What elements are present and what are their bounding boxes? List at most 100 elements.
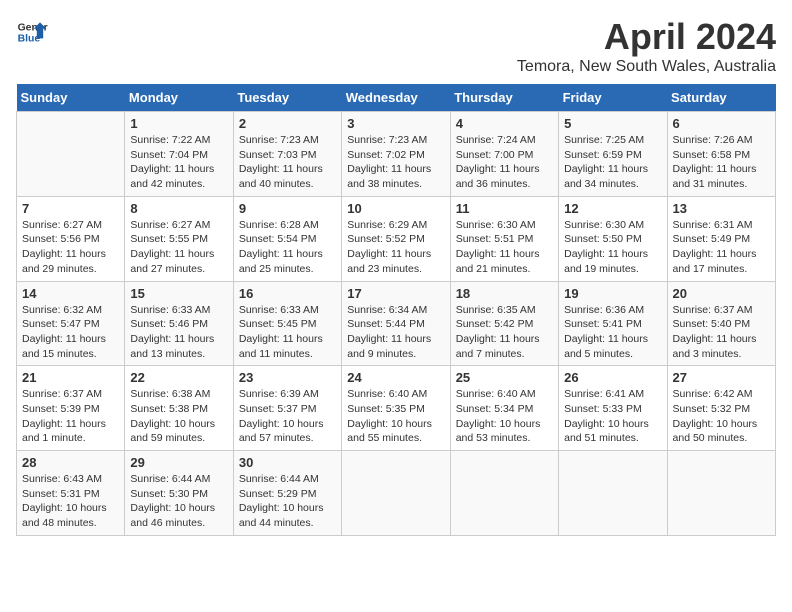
weekday-header-monday: Monday [125, 84, 233, 112]
day-number: 27 [673, 370, 770, 385]
weekday-header-tuesday: Tuesday [233, 84, 341, 112]
day-number: 18 [456, 286, 553, 301]
day-number: 1 [130, 116, 227, 131]
calendar-cell: 15 Sunrise: 6:33 AMSunset: 5:46 PMDayligh… [125, 281, 233, 366]
calendar-cell: 26 Sunrise: 6:41 AMSunset: 5:33 PMDayligh… [559, 366, 667, 451]
day-number: 8 [130, 201, 227, 216]
day-info: Sunrise: 6:40 AMSunset: 5:35 PMDaylight:… [347, 387, 444, 446]
calendar-cell: 10 Sunrise: 6:29 AMSunset: 5:52 PMDayligh… [342, 196, 450, 281]
day-number: 21 [22, 370, 119, 385]
subtitle: Temora, New South Wales, Australia [517, 58, 776, 76]
calendar-cell: 24 Sunrise: 6:40 AMSunset: 5:35 PMDayligh… [342, 366, 450, 451]
day-info: Sunrise: 6:39 AMSunset: 5:37 PMDaylight:… [239, 387, 336, 446]
day-number: 11 [456, 201, 553, 216]
calendar-cell: 14Sunrise: 6:32 AMSunset: 5:47 PMDayligh… [17, 281, 125, 366]
calendar-cell: 9 Sunrise: 6:28 AMSunset: 5:54 PMDaylight… [233, 196, 341, 281]
calendar-cell [667, 451, 775, 536]
day-info: Sunrise: 6:44 AMSunset: 5:30 PMDaylight:… [130, 472, 227, 531]
weekday-header-thursday: Thursday [450, 84, 558, 112]
calendar-cell: 5Sunrise: 7:25 AMSunset: 6:59 PMDaylight… [559, 112, 667, 197]
weekday-header-friday: Friday [559, 84, 667, 112]
calendar-cell: 1Sunrise: 7:22 AMSunset: 7:04 PMDaylight… [125, 112, 233, 197]
calendar-cell: 16 Sunrise: 6:33 AMSunset: 5:45 PMDayligh… [233, 281, 341, 366]
calendar-cell: 4 Sunrise: 7:24 AMSunset: 7:00 PMDaylight… [450, 112, 558, 197]
day-number: 17 [347, 286, 444, 301]
day-number: 25 [456, 370, 553, 385]
day-number: 3 [347, 116, 444, 131]
week-row-3: 14Sunrise: 6:32 AMSunset: 5:47 PMDayligh… [17, 281, 776, 366]
day-number: 13 [673, 201, 770, 216]
calendar-cell: 27 Sunrise: 6:42 AMSunset: 5:32 PMDayligh… [667, 366, 775, 451]
calendar-cell: 22Sunrise: 6:38 AMSunset: 5:38 PMDayligh… [125, 366, 233, 451]
calendar-cell: 19 Sunrise: 6:36 AMSunset: 5:41 PMDayligh… [559, 281, 667, 366]
week-row-1: 1Sunrise: 7:22 AMSunset: 7:04 PMDaylight… [17, 112, 776, 197]
day-info: Sunrise: 6:42 AMSunset: 5:32 PMDaylight:… [673, 387, 770, 446]
calendar-cell: 29 Sunrise: 6:44 AMSunset: 5:30 PMDayligh… [125, 451, 233, 536]
day-number: 15 [130, 286, 227, 301]
week-row-2: 7 Sunrise: 6:27 AMSunset: 5:56 PMDaylight… [17, 196, 776, 281]
calendar-cell: 30 Sunrise: 6:44 AMSunset: 5:29 PMDayligh… [233, 451, 341, 536]
calendar-cell: 8 Sunrise: 6:27 AMSunset: 5:55 PMDaylight… [125, 196, 233, 281]
day-info: Sunrise: 7:24 AMSunset: 7:00 PMDaylight:… [456, 133, 553, 192]
day-info: Sunrise: 6:43 AMSunset: 5:31 PMDaylight:… [22, 472, 119, 531]
day-number: 9 [239, 201, 336, 216]
calendar-cell: 13Sunrise: 6:31 AMSunset: 5:49 PMDayligh… [667, 196, 775, 281]
calendar-cell: 7 Sunrise: 6:27 AMSunset: 5:56 PMDaylight… [17, 196, 125, 281]
calendar-cell: 3 Sunrise: 7:23 AMSunset: 7:02 PMDaylight… [342, 112, 450, 197]
day-info: Sunrise: 6:37 AMSunset: 5:40 PMDaylight:… [673, 303, 770, 362]
day-info: Sunrise: 6:36 AMSunset: 5:41 PMDaylight:… [564, 303, 661, 362]
calendar-cell: 23 Sunrise: 6:39 AMSunset: 5:37 PMDayligh… [233, 366, 341, 451]
day-number: 29 [130, 455, 227, 470]
day-number: 19 [564, 286, 661, 301]
calendar-table: SundayMondayTuesdayWednesdayThursdayFrid… [16, 84, 776, 536]
calendar-cell [342, 451, 450, 536]
weekday-header-saturday: Saturday [667, 84, 775, 112]
day-number: 5 [564, 116, 661, 131]
day-info: Sunrise: 7:26 AMSunset: 6:58 PMDaylight:… [673, 133, 770, 192]
day-info: Sunrise: 6:33 AMSunset: 5:45 PMDaylight:… [239, 303, 336, 362]
day-info: Sunrise: 6:30 AMSunset: 5:51 PMDaylight:… [456, 218, 553, 277]
calendar-cell [17, 112, 125, 197]
calendar-cell: 28Sunrise: 6:43 AMSunset: 5:31 PMDayligh… [17, 451, 125, 536]
header: General Blue April 2024 Temora, New Sout… [16, 16, 776, 76]
weekday-header-wednesday: Wednesday [342, 84, 450, 112]
day-info: Sunrise: 6:27 AMSunset: 5:55 PMDaylight:… [130, 218, 227, 277]
calendar-cell: 18 Sunrise: 6:35 AMSunset: 5:42 PMDayligh… [450, 281, 558, 366]
day-number: 16 [239, 286, 336, 301]
day-number: 7 [22, 201, 119, 216]
day-number: 4 [456, 116, 553, 131]
day-number: 24 [347, 370, 444, 385]
week-row-5: 28Sunrise: 6:43 AMSunset: 5:31 PMDayligh… [17, 451, 776, 536]
week-row-4: 21 Sunrise: 6:37 AMSunset: 5:39 PMDayligh… [17, 366, 776, 451]
day-info: Sunrise: 6:41 AMSunset: 5:33 PMDaylight:… [564, 387, 661, 446]
day-info: Sunrise: 6:44 AMSunset: 5:29 PMDaylight:… [239, 472, 336, 531]
day-number: 30 [239, 455, 336, 470]
calendar-cell: 17 Sunrise: 6:34 AMSunset: 5:44 PMDayligh… [342, 281, 450, 366]
main-title: April 2024 [517, 16, 776, 58]
day-info: Sunrise: 6:37 AMSunset: 5:39 PMDaylight:… [22, 387, 119, 446]
day-number: 10 [347, 201, 444, 216]
title-area: April 2024 Temora, New South Wales, Aust… [517, 16, 776, 76]
day-info: Sunrise: 6:40 AMSunset: 5:34 PMDaylight:… [456, 387, 553, 446]
day-number: 26 [564, 370, 661, 385]
logo: General Blue [16, 16, 48, 48]
day-info: Sunrise: 6:28 AMSunset: 5:54 PMDaylight:… [239, 218, 336, 277]
day-info: Sunrise: 7:23 AMSunset: 7:03 PMDaylight:… [239, 133, 336, 192]
day-number: 2 [239, 116, 336, 131]
day-info: Sunrise: 6:35 AMSunset: 5:42 PMDaylight:… [456, 303, 553, 362]
calendar-cell: 6 Sunrise: 7:26 AMSunset: 6:58 PMDaylight… [667, 112, 775, 197]
day-info: Sunrise: 6:27 AMSunset: 5:56 PMDaylight:… [22, 218, 119, 277]
day-number: 23 [239, 370, 336, 385]
day-number: 6 [673, 116, 770, 131]
weekday-header-sunday: Sunday [17, 84, 125, 112]
calendar-cell: 25 Sunrise: 6:40 AMSunset: 5:34 PMDayligh… [450, 366, 558, 451]
day-info: Sunrise: 7:23 AMSunset: 7:02 PMDaylight:… [347, 133, 444, 192]
day-info: Sunrise: 6:33 AMSunset: 5:46 PMDaylight:… [130, 303, 227, 362]
day-number: 20 [673, 286, 770, 301]
day-info: Sunrise: 6:34 AMSunset: 5:44 PMDaylight:… [347, 303, 444, 362]
day-number: 12 [564, 201, 661, 216]
day-info: Sunrise: 6:29 AMSunset: 5:52 PMDaylight:… [347, 218, 444, 277]
calendar-cell [450, 451, 558, 536]
logo-icon: General Blue [16, 16, 48, 48]
day-info: Sunrise: 6:32 AMSunset: 5:47 PMDaylight:… [22, 303, 119, 362]
